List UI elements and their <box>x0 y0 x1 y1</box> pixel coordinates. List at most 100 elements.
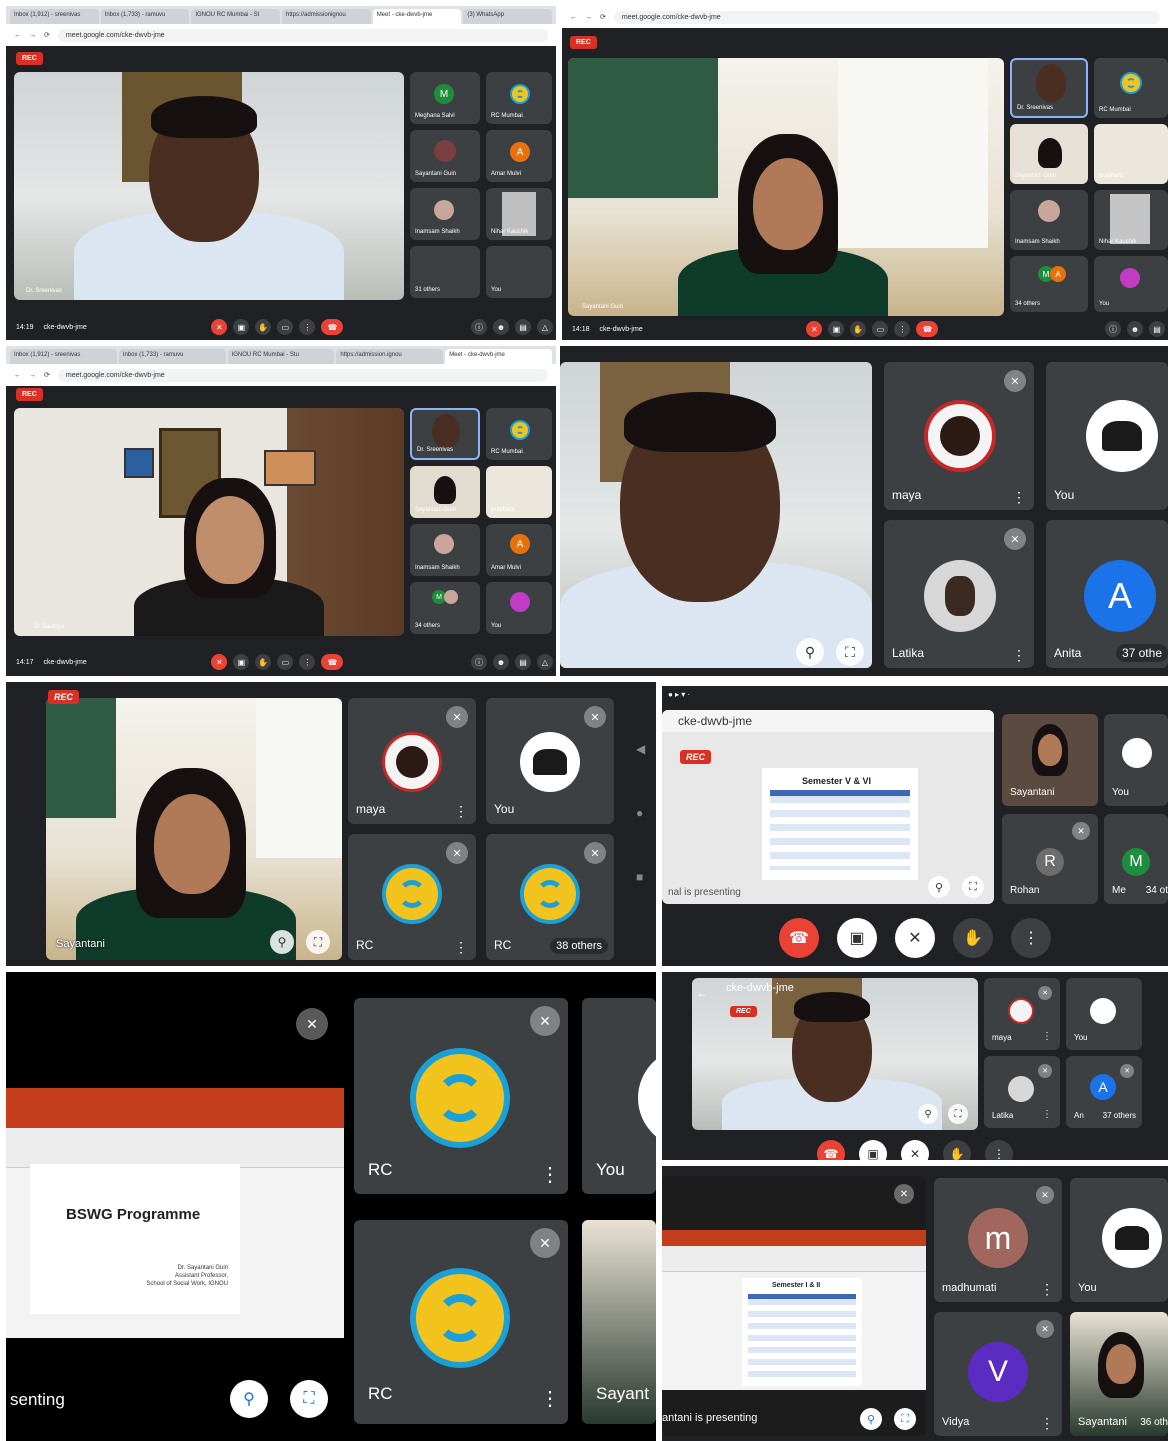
others-count[interactable]: 36 oth <box>1140 1417 1168 1428</box>
fullscreen-icon[interactable]: ⛶ <box>948 1104 968 1124</box>
raise-hand-icon[interactable]: ✋ <box>953 918 993 958</box>
home-icon[interactable]: ● <box>636 806 652 820</box>
participant-tile[interactable]: ✕ maya ⋮ <box>884 362 1034 510</box>
people-icon[interactable]: ☻ <box>493 654 509 670</box>
participant-tile[interactable]: A Amar Mulvi <box>486 130 552 182</box>
info-icon[interactable]: ⓘ <box>471 319 487 335</box>
others-count[interactable]: 37 othe <box>1115 644 1168 662</box>
end-call-icon[interactable]: ☎ <box>817 1140 845 1160</box>
end-call-icon[interactable]: ☎ <box>321 654 344 670</box>
more-icon[interactable]: ⋮ <box>1012 490 1026 504</box>
participant-tile[interactable]: RC Mumbai <box>1094 58 1168 118</box>
more-icon[interactable]: ⋮ <box>1042 1032 1052 1042</box>
participant-tile[interactable]: ✕ maya ⋮ <box>984 978 1060 1050</box>
participant-tile[interactable]: Inamsam Shaikh <box>410 188 480 240</box>
browser-tab[interactable]: Inbox (1,912) - sreenivas <box>10 9 99 24</box>
forward-icon[interactable]: → <box>29 372 36 379</box>
mic-off-icon[interactable]: ✕ <box>901 1140 929 1160</box>
browser-tab[interactable]: IGNOU RC Mumbai - St <box>191 9 281 24</box>
participant-tile[interactable]: ✕ RC ⋮ <box>348 834 476 960</box>
mic-off-icon[interactable]: ✕ <box>895 918 935 958</box>
activities-icon[interactable]: △ <box>537 654 553 670</box>
chat-icon[interactable]: ▤ <box>1149 321 1165 337</box>
more-icon[interactable]: ⋮ <box>1040 1416 1054 1430</box>
participant-tile[interactable]: M A 34 others <box>1010 256 1088 312</box>
url-field[interactable]: meet.google.com/cke-dwvb-jme <box>57 368 548 382</box>
participant-tile[interactable]: You <box>1046 362 1168 510</box>
camera-icon[interactable]: ▣ <box>233 654 250 670</box>
present-icon[interactable]: ▭ <box>277 319 294 335</box>
end-call-icon[interactable]: ☎ <box>321 319 344 335</box>
participant-tile[interactable]: RC Mumbai <box>486 408 552 460</box>
url-field[interactable]: meet.google.com/cke-dwvb-jme <box>613 10 1160 24</box>
participant-tile[interactable]: Inamsam Shaikh <box>410 524 480 576</box>
participant-tile[interactable]: Dr. Sreenivas <box>1010 58 1088 118</box>
browser-tab[interactable]: https://admissionignou <box>282 9 371 24</box>
participant-tile[interactable]: Inamsam Shaikh <box>1010 190 1088 250</box>
participant-tile[interactable]: You <box>1094 256 1168 312</box>
pin-icon[interactable]: ⚲ <box>230 1380 268 1418</box>
browser-tab[interactable]: https://admission.ignou <box>336 349 444 364</box>
reload-icon[interactable]: ⟳ <box>44 31 50 39</box>
activities-icon[interactable]: △ <box>537 319 553 335</box>
browser-tab-active[interactable]: Meet - cke-dwvb-jme <box>372 9 462 24</box>
fullscreen-icon[interactable]: ⛶ <box>306 930 330 954</box>
info-icon[interactable]: ⓘ <box>471 654 487 670</box>
participant-tile[interactable]: You <box>1104 714 1168 806</box>
reload-icon[interactable]: ⟳ <box>600 13 606 21</box>
pin-icon[interactable]: ⚲ <box>270 930 294 954</box>
back-icon[interactable]: ← <box>14 372 21 379</box>
participant-tile[interactable]: ✕ RC ⋮ <box>354 998 568 1194</box>
forward-icon[interactable]: → <box>29 32 36 39</box>
browser-tab[interactable]: Inbox (1,733) - ramuvu <box>100 9 190 24</box>
participant-tile[interactable]: Sayantani Guin <box>410 130 480 182</box>
more-icon[interactable]: ⋮ <box>540 1389 560 1409</box>
more-icon[interactable]: ⋮ <box>540 1165 560 1185</box>
more-icon[interactable]: ⋮ <box>454 940 468 954</box>
pin-icon[interactable]: ⚲ <box>796 638 824 666</box>
more-icon[interactable]: ⋮ <box>894 321 911 337</box>
more-icon[interactable]: ⋮ <box>985 1140 1013 1160</box>
more-icon[interactable]: ⋮ <box>454 804 468 818</box>
browser-tab-active[interactable]: Meet - cke-dwvb-jme <box>445 349 552 364</box>
participant-tile[interactable]: You <box>1066 978 1142 1050</box>
participant-tile[interactable]: Dr. Sreenivas <box>410 408 480 460</box>
participant-tile[interactable]: 31 others <box>410 246 480 298</box>
participant-tile[interactable]: ✕ maya ⋮ <box>348 698 476 824</box>
participant-tile[interactable]: You <box>1070 1178 1168 1302</box>
participant-tile[interactable]: ✕ V Vidya ⋮ <box>934 1312 1062 1436</box>
participant-tile[interactable]: ✕ R Rohan <box>1002 814 1098 904</box>
participant-tile[interactable]: ✕ Latika ⋮ <box>984 1056 1060 1128</box>
participant-tile[interactable]: Sayantani Guin <box>1010 124 1088 184</box>
participant-tile[interactable]: Sayantani Guin <box>410 466 480 518</box>
raise-hand-icon[interactable]: ✋ <box>850 321 867 337</box>
camera-off-icon[interactable]: ▣ <box>837 918 877 958</box>
participant-tile[interactable]: ✕ Latika ⋮ <box>884 520 1034 668</box>
participant-tile[interactable]: A Amar Mulvi <box>486 524 552 576</box>
participant-tile[interactable]: Sayantani <box>1002 714 1098 806</box>
raise-hand-icon[interactable]: ✋ <box>943 1140 971 1160</box>
more-icon[interactable]: ⋮ <box>299 654 316 670</box>
back-icon[interactable]: ← <box>14 32 21 39</box>
browser-tab[interactable]: (3) WhatsApp <box>463 9 553 24</box>
recent-icon[interactable]: ■ <box>636 870 652 884</box>
present-icon[interactable]: ▭ <box>872 321 889 337</box>
participant-tile[interactable]: ✕ You <box>486 698 614 824</box>
url-field[interactable]: meet.google.com/cke-dwvb-jme <box>57 28 548 42</box>
others-count[interactable]: 34 ot <box>1146 885 1168 896</box>
camera-icon[interactable]: ▣ <box>233 319 250 335</box>
pin-icon[interactable]: ⚲ <box>918 1104 938 1124</box>
people-icon[interactable]: ☻ <box>1127 321 1143 337</box>
more-icon[interactable]: ⋮ <box>1012 648 1026 662</box>
browser-tab[interactable]: Inbox (1,733) - ramuvu <box>118 349 226 364</box>
mic-off-icon[interactable]: ✕ <box>211 319 228 335</box>
mic-off-icon[interactable]: ✕ <box>211 654 228 670</box>
info-icon[interactable]: ⓘ <box>1105 321 1121 337</box>
more-icon[interactable]: ⋮ <box>1011 918 1051 958</box>
raise-hand-icon[interactable]: ✋ <box>255 319 272 335</box>
more-icon[interactable]: ⋮ <box>299 319 316 335</box>
participant-tile[interactable]: prashant <box>486 466 552 518</box>
participant-tile[interactable]: You <box>486 246 552 298</box>
participant-tile[interactable]: prashant <box>1094 124 1168 184</box>
participant-tile[interactable]: M Meghana Salvi <box>410 72 480 124</box>
